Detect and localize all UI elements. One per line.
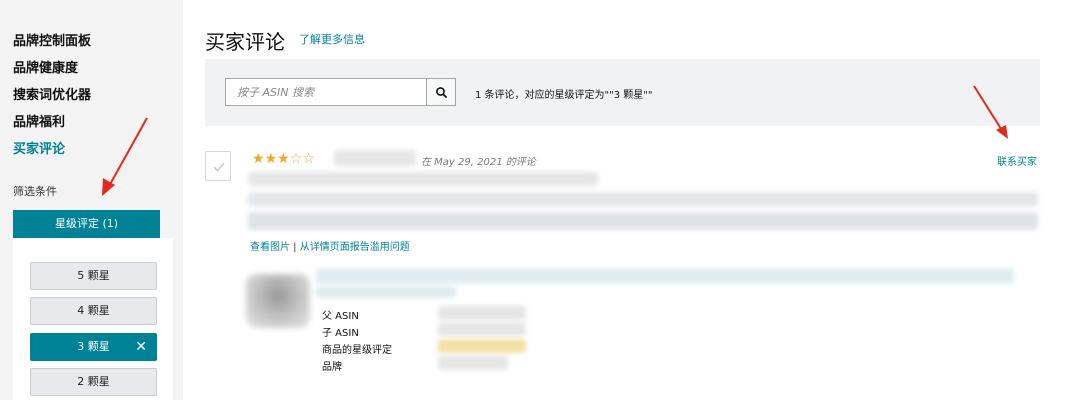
- review-links: 查看图片 | 从详情页面报告滥用问题: [250, 238, 410, 253]
- review-star-rating: ★★★☆☆: [252, 151, 315, 167]
- star-filled-icon: ★: [252, 151, 265, 167]
- page-title: 买家评论: [205, 30, 285, 54]
- review-date: 在 May 29, 2021 的评论: [421, 157, 536, 168]
- search-bar: 1 条评论，对应的星级评定为""3 颗星"": [205, 59, 1040, 126]
- sidebar-item-search-optimizer[interactable]: 搜索词优化器: [13, 88, 91, 104]
- sidebar-item-customer-reviews[interactable]: 买家评论: [13, 142, 65, 158]
- sidebar-item-brand-dashboard[interactable]: 品牌控制面板: [13, 34, 91, 50]
- star-filter-label: 5 颗星: [77, 269, 110, 282]
- review-select-checkbox[interactable]: [205, 151, 231, 181]
- learn-more-link[interactable]: 了解更多信息: [299, 31, 365, 47]
- star-filter-3[interactable]: 3 颗星 ✕: [30, 333, 157, 361]
- star-filter-5[interactable]: 5 颗星: [30, 262, 157, 290]
- star-empty-icon: ☆: [302, 151, 315, 167]
- product-title-redacted: [316, 286, 456, 298]
- filter-label: 筛选条件: [13, 185, 57, 198]
- review-title-redacted: [248, 172, 598, 186]
- link-separator: |: [290, 242, 300, 253]
- results-summary: 1 条评论，对应的星级评定为""3 颗星"": [475, 90, 653, 101]
- search-button[interactable]: [427, 78, 456, 106]
- star-rating-facet-panel: 5 颗星 4 颗星 3 颗星 ✕ 2 颗星: [13, 238, 173, 400]
- star-filter-label: 3 颗星: [77, 340, 110, 353]
- reviewer-name-redacted: [334, 150, 416, 166]
- close-icon[interactable]: ✕: [135, 334, 147, 360]
- view-images-link[interactable]: 查看图片: [250, 242, 290, 253]
- contact-buyer-link[interactable]: 联系买家: [997, 153, 1037, 168]
- annotation-arrow: [973, 85, 1008, 139]
- star-rating-facet-header[interactable]: 星级评定 (1): [13, 210, 160, 238]
- child-asin-label: 子 ASIN: [322, 328, 359, 339]
- report-abuse-link[interactable]: 从详情页面报告滥用问题: [300, 242, 410, 253]
- parent-asin-label: 父 ASIN: [322, 311, 359, 322]
- brand-label: 品牌: [322, 362, 342, 373]
- star-filter-4[interactable]: 4 颗星: [30, 297, 157, 325]
- star-filled-icon: ★: [264, 151, 278, 167]
- search-icon: [436, 87, 447, 98]
- review-body-redacted: [248, 192, 1038, 206]
- product-title-redacted: [316, 268, 1014, 284]
- sidebar-item-brand-benefits[interactable]: 品牌福利: [13, 115, 65, 131]
- product-image: [246, 274, 310, 328]
- checkmark-icon: [213, 163, 225, 172]
- star-filter-label: 2 颗星: [77, 375, 110, 388]
- star-filter-label: 4 颗星: [77, 304, 110, 317]
- star-filter-2[interactable]: 2 颗星: [30, 368, 157, 396]
- sidebar: 品牌控制面板 品牌健康度 搜索词优化器 品牌福利 买家评论 筛选条件 星级评定 …: [0, 0, 183, 400]
- child-asin-redacted: [438, 322, 526, 336]
- asin-search-input[interactable]: [225, 78, 427, 106]
- review-body-redacted: [248, 212, 1038, 230]
- annotation-arrow: [102, 117, 148, 196]
- parent-asin-redacted: [438, 306, 526, 320]
- star-empty-icon: ☆: [289, 151, 303, 167]
- product-rating-redacted: [438, 339, 526, 353]
- product-rating-label: 商品的星级评定: [322, 345, 392, 356]
- star-filled-icon: ★: [277, 151, 290, 167]
- sidebar-item-brand-health[interactable]: 品牌健康度: [13, 61, 78, 77]
- brand-redacted: [438, 356, 508, 370]
